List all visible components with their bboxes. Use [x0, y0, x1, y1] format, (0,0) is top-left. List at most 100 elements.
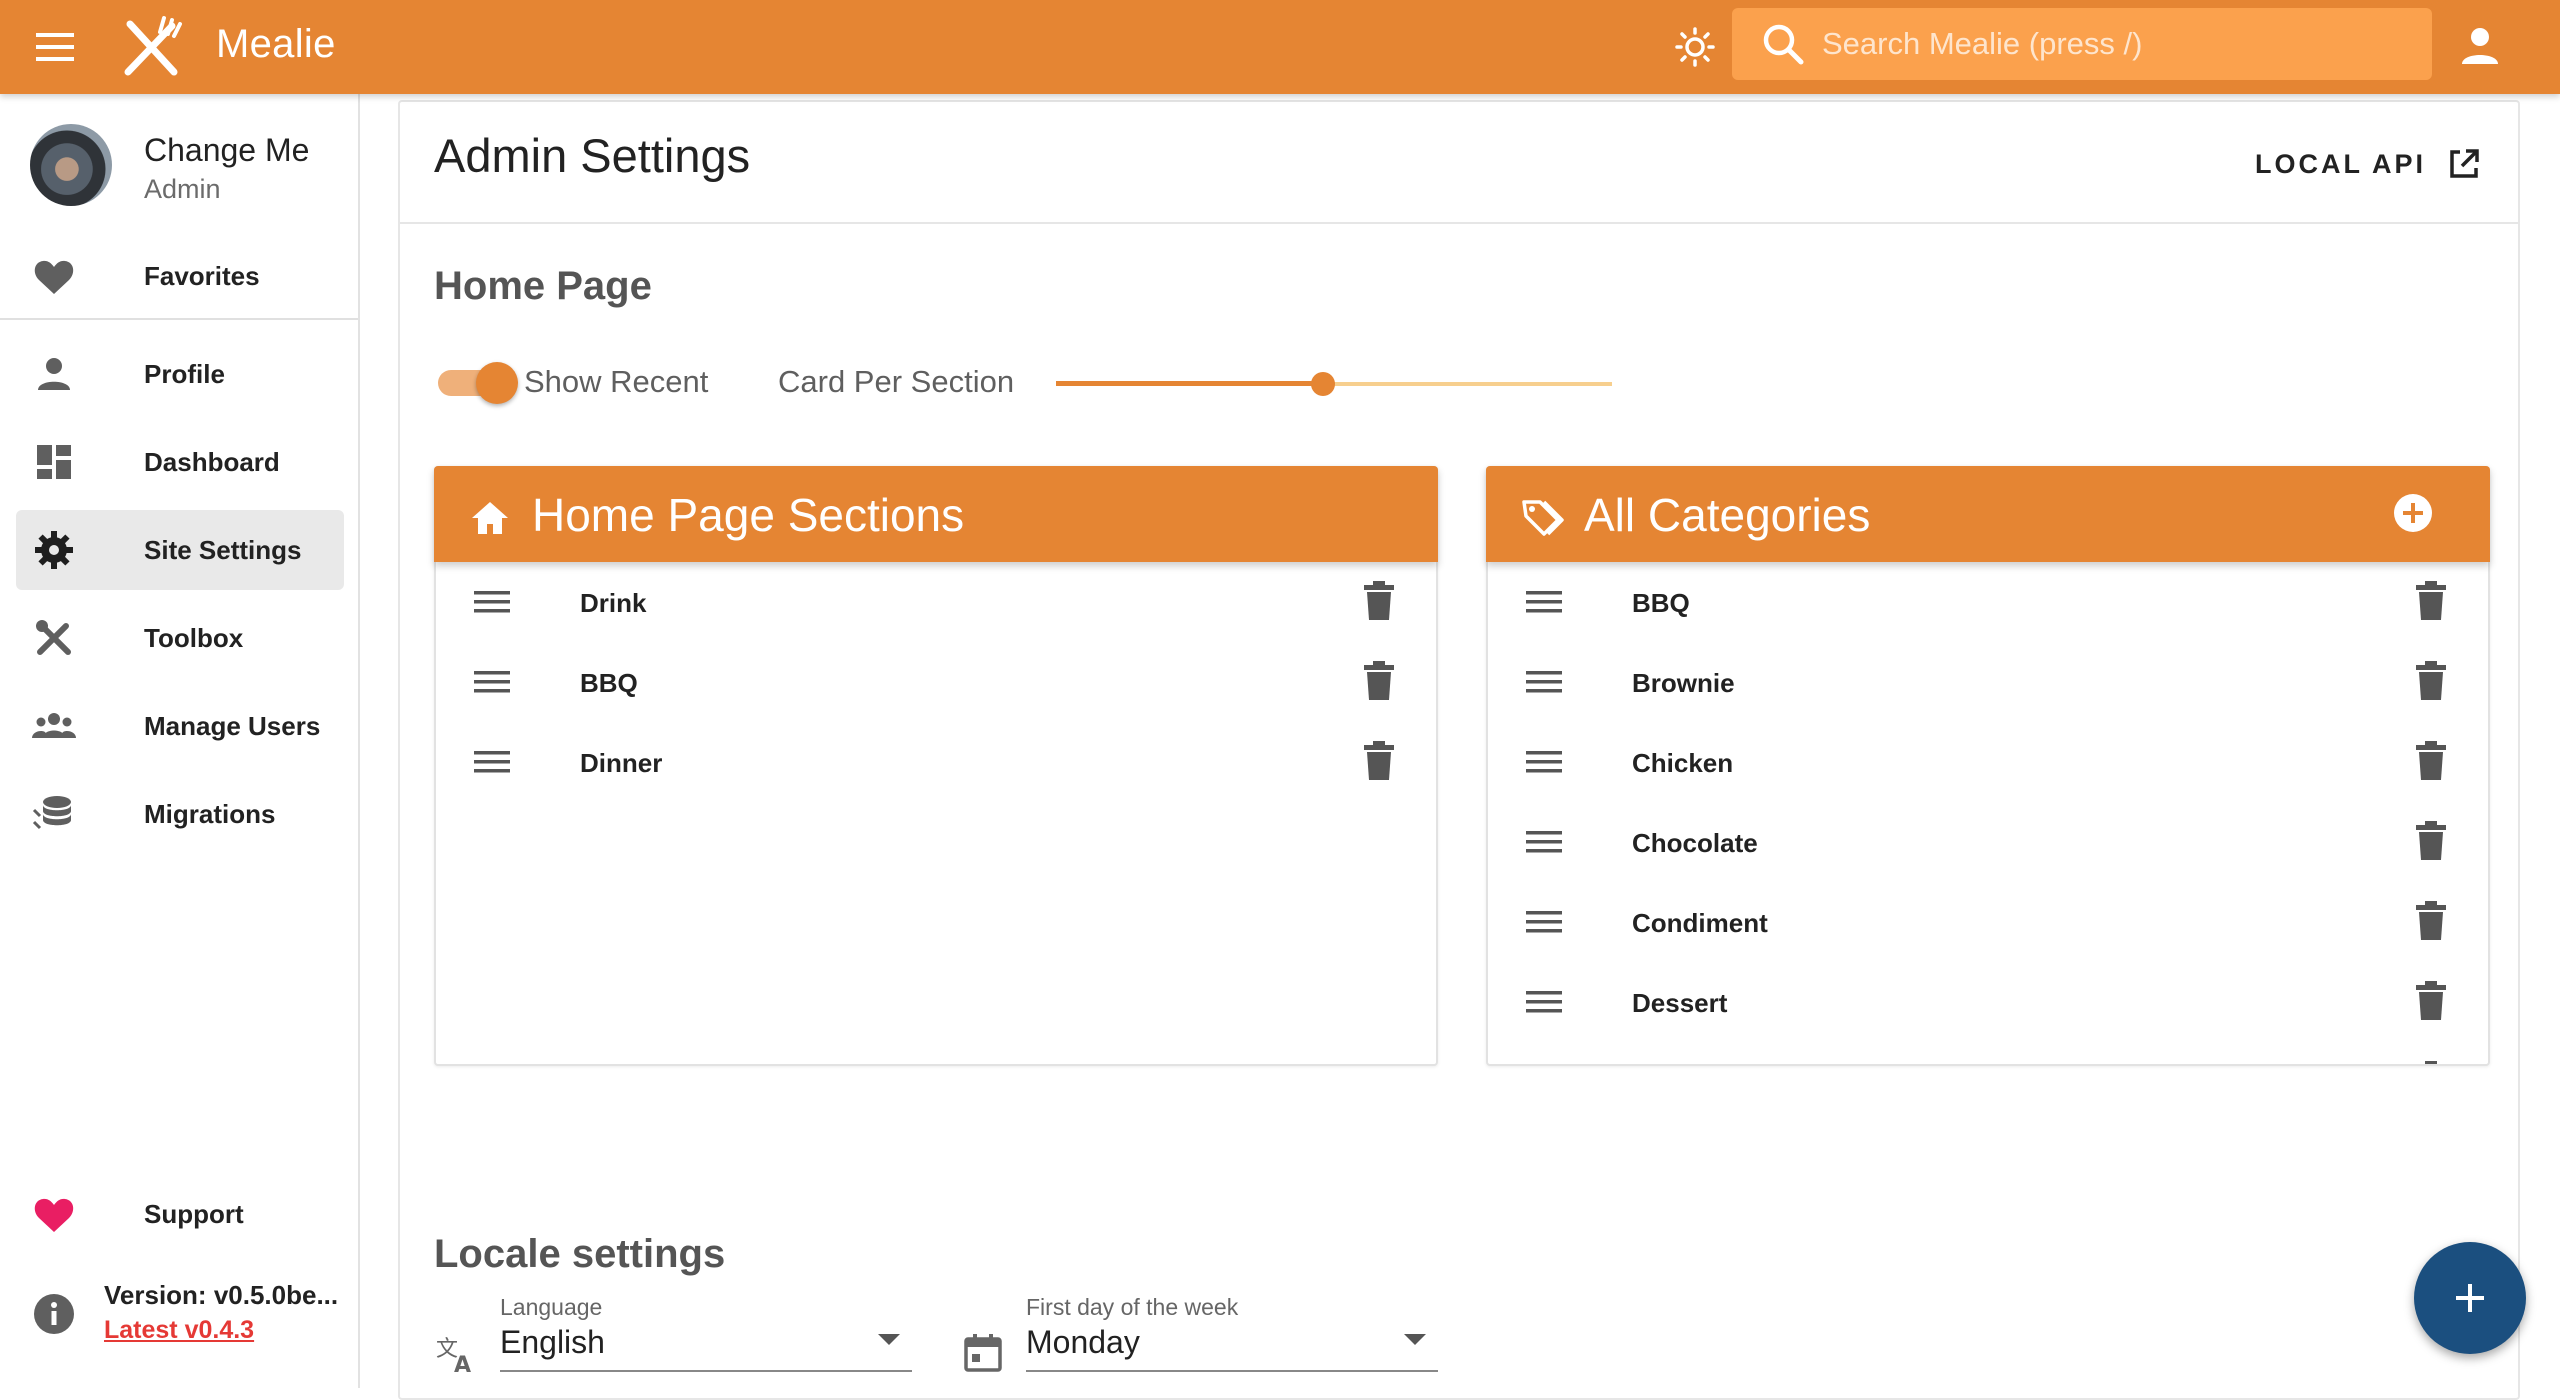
list-item-label: Chicken [1632, 748, 1734, 778]
card-per-section-slider[interactable] [1056, 364, 1612, 404]
show-recent-toggle[interactable] [436, 360, 518, 404]
drag-handle-icon[interactable] [470, 660, 514, 704]
page-title: Admin Settings [434, 129, 751, 182]
delete-icon[interactable] [1358, 658, 1400, 704]
plus-icon [2456, 1284, 2484, 1312]
local-api-label: LOCAL API [2254, 148, 2426, 179]
sidebar-item-manage-users[interactable]: Manage Users [16, 686, 344, 766]
sidebar-item-label: Toolbox [144, 622, 244, 653]
field-underline [1026, 1370, 1438, 1372]
list-item[interactable]: Brownie [1488, 642, 2488, 722]
local-api-button[interactable]: LOCAL API [2255, 140, 2482, 188]
list-item-label: BBQ [1632, 588, 1690, 618]
avatar[interactable] [30, 124, 112, 206]
field-underline [500, 1370, 912, 1372]
list-item-label: Dinner [580, 748, 663, 778]
sidebar-item-label: Manage Users [144, 710, 321, 741]
app-bar: Mealie [0, 0, 2560, 94]
sidebar-item-migrations[interactable]: Migrations [16, 774, 344, 854]
admin-settings-card: Admin Settings LOCAL API Home Page Show … [398, 100, 2520, 1400]
card-header: Admin Settings LOCAL API [400, 102, 2518, 224]
sidebar-item-support[interactable]: Support [16, 1174, 344, 1254]
drag-handle-icon[interactable] [1522, 900, 1566, 944]
card-per-section-label: Card Per Section [778, 364, 1015, 399]
list-item-label: Brownie [1632, 668, 1735, 698]
add-fab-button[interactable] [2414, 1242, 2526, 1354]
sidebar-item-favorites[interactable]: Favorites [16, 236, 344, 316]
latest-version-link[interactable]: Latest v0.4.3 [104, 1316, 254, 1345]
list-item[interactable]: Chicken [1488, 722, 2488, 802]
list-item-label: Drink [580, 588, 647, 618]
sidebar-item-label: Support [144, 1198, 244, 1229]
drag-handle-icon[interactable] [1522, 980, 1566, 1024]
cog-icon [30, 526, 78, 574]
delete-icon[interactable] [2410, 1058, 2452, 1064]
person-icon [30, 350, 78, 398]
language-select[interactable]: Language English [500, 1294, 912, 1374]
database-icon [30, 790, 78, 838]
list-item-label: Dessert [1632, 988, 1728, 1018]
user-role: Admin [144, 174, 221, 204]
list-item-label: Condiment [1632, 908, 1768, 938]
delete-icon[interactable] [2410, 818, 2452, 864]
locale-settings-heading: Locale settings [434, 1232, 726, 1276]
language-value: English [500, 1324, 605, 1360]
slider-thumb[interactable] [1310, 372, 1335, 396]
search-input[interactable] [1822, 14, 2432, 74]
drag-handle-icon[interactable] [470, 580, 514, 624]
app-title[interactable]: Mealie [216, 22, 336, 67]
calendar-icon [960, 1330, 1006, 1376]
list-item[interactable]: Dessert [1488, 962, 2488, 1042]
heart-icon [30, 252, 78, 300]
show-recent-label: Show Recent [524, 364, 709, 399]
search-bar [1732, 8, 2432, 80]
delete-icon[interactable] [2410, 978, 2452, 1024]
home-page-sections-title: Home Page Sections [532, 489, 965, 541]
list-item-label: Chocolate [1632, 828, 1758, 858]
delete-icon[interactable] [1358, 738, 1400, 784]
list-item[interactable]: Condiment [1488, 882, 2488, 962]
delete-icon[interactable] [2410, 578, 2452, 624]
delete-icon[interactable] [2410, 738, 2452, 784]
list-item[interactable]: BBQ [1488, 562, 2488, 642]
mealie-logo-icon [116, 14, 188, 80]
open-in-new-icon [2446, 146, 2482, 182]
list-item[interactable]: BBQ [436, 642, 1436, 722]
first-day-label: First day of the week [1026, 1294, 1239, 1320]
sidebar-item-label: Favorites [144, 260, 260, 291]
first-day-select[interactable]: First day of the week Monday [1026, 1294, 1438, 1374]
search-icon [1760, 21, 1806, 67]
sidebar-item-site-settings[interactable]: Site Settings [16, 510, 344, 590]
list-item[interactable]: Dinner [436, 722, 1436, 802]
chevron-down-icon [1404, 1334, 1426, 1345]
list-item[interactable]: Drink [436, 562, 1436, 642]
list-item[interactable]: Dinner [1488, 1042, 2488, 1064]
sidebar-item-profile[interactable]: Profile [16, 334, 344, 414]
version-text: Version: v0.5.0be... [104, 1280, 339, 1310]
drag-handle-icon[interactable] [1522, 1060, 1566, 1064]
brightness-icon[interactable] [1672, 24, 1718, 70]
list-item[interactable]: Chocolate [1488, 802, 2488, 882]
list-item-label: BBQ [580, 668, 638, 698]
svg-text:A: A [454, 1353, 471, 1376]
delete-icon[interactable] [2410, 658, 2452, 704]
home-page-sections-header: Home Page Sections [434, 466, 1438, 562]
sidebar-item-toolbox[interactable]: Toolbox [16, 598, 344, 678]
delete-icon[interactable] [2410, 898, 2452, 944]
sidebar-item-dashboard[interactable]: Dashboard [16, 422, 344, 502]
tools-icon [30, 614, 78, 662]
all-categories-title: All Categories [1584, 489, 1871, 541]
translate-icon: 文A [434, 1330, 480, 1376]
drag-handle-icon[interactable] [1522, 580, 1566, 624]
menu-icon[interactable] [30, 25, 80, 69]
drag-handle-icon[interactable] [1522, 820, 1566, 864]
first-day-value: Monday [1026, 1324, 1140, 1360]
drag-handle-icon[interactable] [1522, 740, 1566, 784]
drag-handle-icon[interactable] [470, 740, 514, 784]
delete-icon[interactable] [1358, 578, 1400, 624]
add-circle-icon[interactable] [2390, 490, 2436, 536]
drag-handle-icon[interactable] [1522, 660, 1566, 704]
dashboard-icon [30, 438, 78, 486]
group-icon [30, 702, 78, 750]
account-icon[interactable] [2456, 22, 2504, 70]
